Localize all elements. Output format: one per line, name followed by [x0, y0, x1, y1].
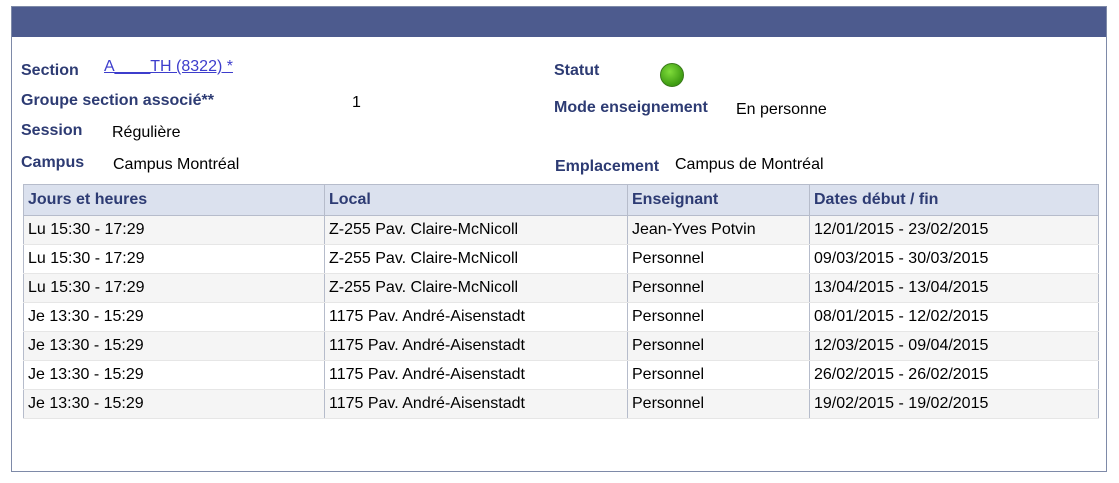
- cell-dates: 12/03/2015 - 09/04/2015: [809, 331, 1099, 361]
- section-link[interactable]: A____TH (8322) *: [104, 58, 233, 76]
- campus-label: Campus: [21, 154, 85, 171]
- session-value: Régulière: [112, 124, 181, 141]
- cell-dates: 19/02/2015 - 19/02/2015: [809, 389, 1099, 419]
- cell-dates: 26/02/2015 - 26/02/2015: [809, 360, 1099, 390]
- class-section-panel: Section A____TH (8322) * Statut Groupe s…: [11, 6, 1107, 472]
- table-row: Je 13:30 - 15:29 1175 Pav. André-Aisenst…: [23, 360, 1099, 390]
- panel-header-bar: [12, 7, 1106, 37]
- cell-dates: 12/01/2015 - 23/02/2015: [809, 215, 1099, 245]
- table-header-row: Jours et heures Local Enseignant Dates d…: [23, 184, 1099, 216]
- cell-jours-heures: Je 13:30 - 15:29: [23, 302, 325, 332]
- column-header-local: Local: [324, 184, 628, 216]
- column-header-jours-heures: Jours et heures: [23, 184, 325, 216]
- cell-local: 1175 Pav. André-Aisenstadt: [324, 302, 628, 332]
- cell-enseignant: Personnel: [627, 331, 810, 361]
- schedule-table: Jours et heures Local Enseignant Dates d…: [23, 184, 1099, 419]
- column-header-dates: Dates début / fin: [809, 184, 1099, 216]
- cell-local: 1175 Pav. André-Aisenstadt: [324, 331, 628, 361]
- section-label: Section: [21, 62, 79, 79]
- cell-enseignant: Jean-Yves Potvin: [627, 215, 810, 245]
- statut-label: Statut: [554, 62, 600, 79]
- cell-enseignant: Personnel: [627, 302, 810, 332]
- cell-enseignant: Personnel: [627, 360, 810, 390]
- groupe-section-label: Groupe section associé**: [21, 92, 214, 109]
- cell-local: Z-255 Pav. Claire-McNicoll: [324, 244, 628, 274]
- campus-value: Campus Montréal: [113, 156, 240, 173]
- mode-enseignement-label: Mode enseignement: [554, 99, 708, 116]
- cell-local: Z-255 Pav. Claire-McNicoll: [324, 273, 628, 303]
- table-row: Lu 15:30 - 17:29 Z-255 Pav. Claire-McNic…: [23, 273, 1099, 303]
- cell-enseignant: Personnel: [627, 273, 810, 303]
- cell-jours-heures: Je 13:30 - 15:29: [23, 360, 325, 390]
- table-row: Je 13:30 - 15:29 1175 Pav. André-Aisenst…: [23, 389, 1099, 419]
- emplacement-label: Emplacement: [555, 158, 660, 175]
- cell-jours-heures: Lu 15:30 - 17:29: [23, 215, 325, 245]
- cell-local: 1175 Pav. André-Aisenstadt: [324, 389, 628, 419]
- table-row: Je 13:30 - 15:29 1175 Pav. André-Aisenst…: [23, 302, 1099, 332]
- status-green-circle-icon: [660, 63, 684, 87]
- column-header-enseignant: Enseignant: [627, 184, 810, 216]
- cell-dates: 08/01/2015 - 12/02/2015: [809, 302, 1099, 332]
- cell-enseignant: Personnel: [627, 389, 810, 419]
- table-row: Lu 15:30 - 17:29 Z-255 Pav. Claire-McNic…: [23, 215, 1099, 245]
- cell-enseignant: Personnel: [627, 244, 810, 274]
- table-row: Lu 15:30 - 17:29 Z-255 Pav. Claire-McNic…: [23, 244, 1099, 274]
- cell-dates: 09/03/2015 - 30/03/2015: [809, 244, 1099, 274]
- cell-dates: 13/04/2015 - 13/04/2015: [809, 273, 1099, 303]
- session-label: Session: [21, 122, 83, 139]
- cell-jours-heures: Lu 15:30 - 17:29: [23, 244, 325, 274]
- cell-local: 1175 Pav. André-Aisenstadt: [324, 360, 628, 390]
- mode-enseignement-value: En personne: [736, 101, 827, 118]
- cell-jours-heures: Lu 15:30 - 17:29: [23, 273, 325, 303]
- table-row: Je 13:30 - 15:29 1175 Pav. André-Aisenst…: [23, 331, 1099, 361]
- groupe-section-value: 1: [352, 94, 361, 111]
- cell-local: Z-255 Pav. Claire-McNicoll: [324, 215, 628, 245]
- cell-jours-heures: Je 13:30 - 15:29: [23, 331, 325, 361]
- cell-jours-heures: Je 13:30 - 15:29: [23, 389, 325, 419]
- emplacement-value: Campus de Montréal: [675, 156, 824, 173]
